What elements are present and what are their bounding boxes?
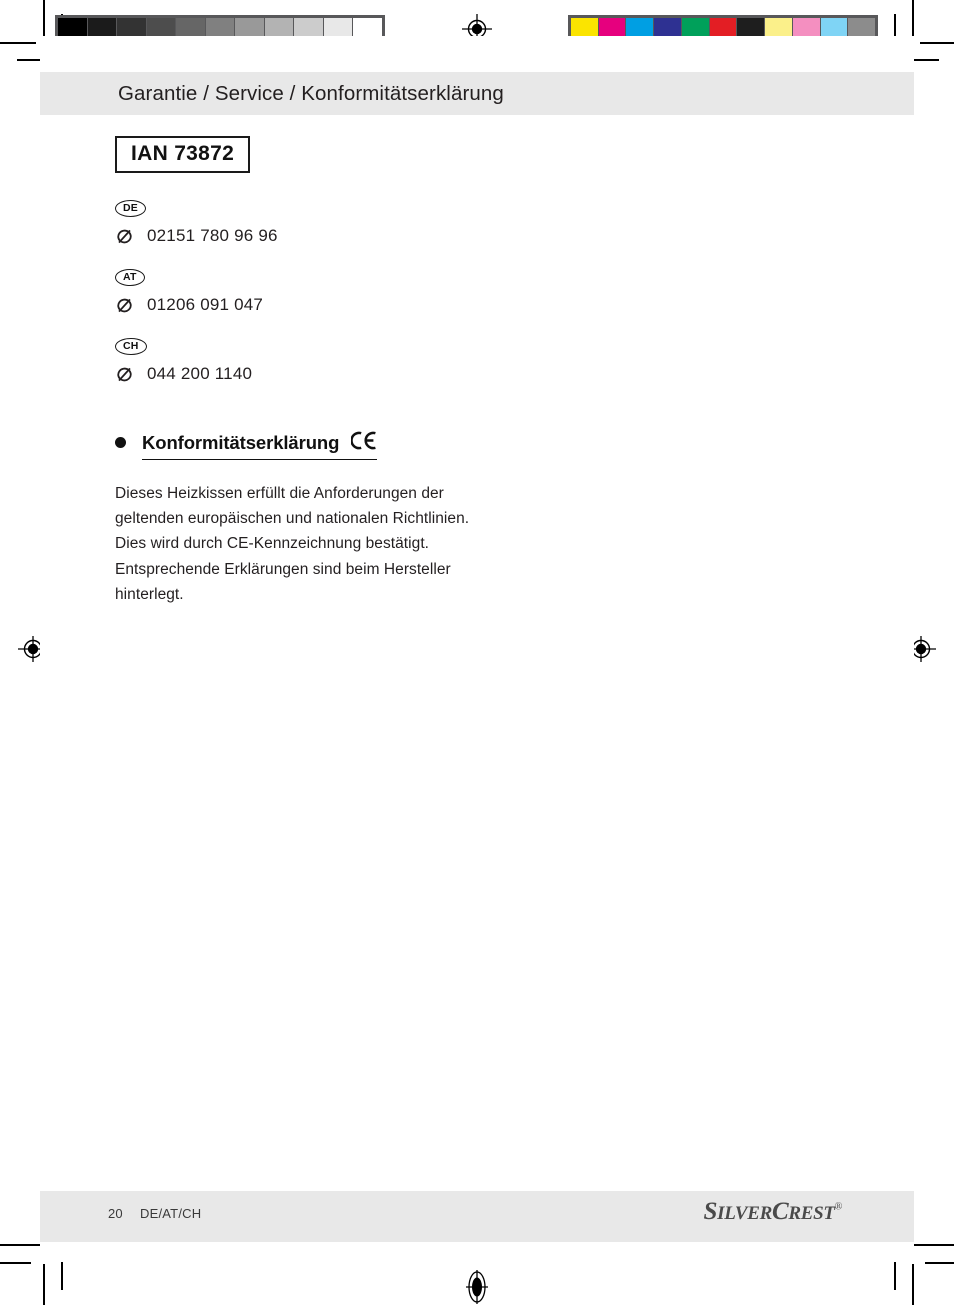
document-page: Garantie / Service / Konformitätserkläru… <box>40 36 914 1262</box>
crop-mark-bottom-left-vertical-outer <box>61 1258 63 1290</box>
telephone-icon <box>115 365 134 384</box>
registration-target-icon-bottom <box>462 1270 492 1304</box>
phone-number-ch: 044 200 1140 <box>147 364 253 384</box>
registered-trademark-icon: ® <box>834 1201 843 1213</box>
crop-mark-bottom-right-horizontal-outer <box>925 1262 954 1264</box>
phone-row-ch: 044 200 1140 <box>115 364 545 384</box>
ian-number-box: IAN 73872 <box>115 136 251 173</box>
country-code-badge-at: AT <box>115 269 145 287</box>
crop-mark-top-right-vertical <box>912 0 914 36</box>
telephone-icon <box>115 296 134 315</box>
crop-mark-top-left-vertical <box>43 0 45 36</box>
body-line: Dies wird durch CE-Kennzeichnung bestäti… <box>115 535 430 553</box>
country-code-badge-de: DE <box>115 200 146 218</box>
crop-mark-top-left-horizontal <box>0 42 36 44</box>
crop-mark-bottom-right-vertical <box>912 1264 914 1305</box>
logo-silver-s: S <box>703 1198 718 1225</box>
phone-number-de: 02151 780 96 96 <box>147 226 278 246</box>
section-heading: Konformitätserklärung <box>142 430 377 461</box>
footer-page-number: 20 <box>108 1206 123 1221</box>
crop-mark-bottom-left-vertical <box>43 1264 45 1305</box>
contact-block-de: DE 02151 780 96 96 <box>115 198 545 246</box>
footer-region-label: DE/AT/CH <box>140 1206 202 1221</box>
logo-silver-rest: ILVER <box>717 1203 772 1224</box>
phone-row-de: 02151 780 96 96 <box>115 226 545 246</box>
crop-mark-bottom-right-horizontal <box>908 1244 954 1246</box>
body-line: hinterlegt. <box>115 585 184 603</box>
conformity-declaration-section: Konformitätserklärung Dieses Heizkissen … <box>115 430 545 607</box>
crop-mark-top-right-horizontal <box>920 42 954 44</box>
ce-mark-icon <box>350 431 377 450</box>
service-contacts-list: DE 02151 780 96 96 AT 01206 091 047 CH 0… <box>115 198 545 384</box>
page-content: IAN 73872 DE 02151 780 96 96 AT 01206 09… <box>115 136 545 607</box>
telephone-icon <box>115 227 134 246</box>
crop-mark-bottom-left-horizontal-outer <box>0 1262 31 1264</box>
body-line: Dieses Heizkissen erfüllt die Anforderun… <box>115 485 444 503</box>
logo-crest-c: C <box>771 1198 789 1225</box>
body-line: Entsprechende Erklärungen sind beim Hers… <box>115 560 451 578</box>
contact-block-at: AT 01206 091 047 <box>115 267 545 315</box>
contact-block-ch: CH 044 200 1140 <box>115 336 545 384</box>
section-body-text: Dieses Heizkissen erfüllt die Anforderun… <box>115 481 545 607</box>
body-line: geltenden europäischen und nationalen Ri… <box>115 510 470 528</box>
country-code-badge-ch: CH <box>115 338 147 356</box>
page-header-title: Garantie / Service / Konformitätserkläru… <box>118 82 504 105</box>
silvercrest-logo: SILVERCREST® <box>703 1198 843 1226</box>
section-heading-row: Konformitätserklärung <box>115 430 545 461</box>
phone-row-at: 01206 091 047 <box>115 295 545 315</box>
phone-number-at: 01206 091 047 <box>147 295 264 315</box>
bullet-icon <box>115 437 126 449</box>
logo-crest-rest: REST <box>788 1203 835 1224</box>
section-title-text: Konformitätserklärung <box>142 432 340 454</box>
crop-mark-bottom-right-vertical-outer <box>894 1258 896 1290</box>
